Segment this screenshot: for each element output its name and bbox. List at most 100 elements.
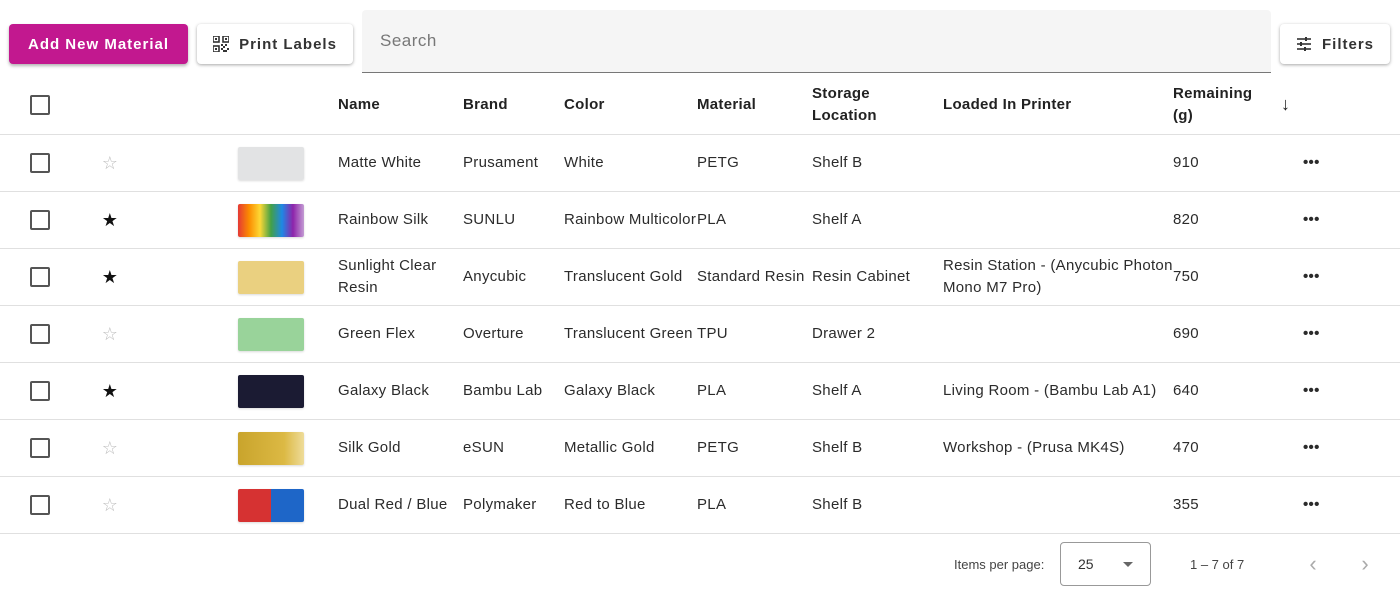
cell-loaded-in-printer: Resin Station - (Anycubic Photon Mono M7… [943, 248, 1173, 306]
cell-color: Galaxy Black [564, 362, 697, 420]
cell-storage-location: Shelf A [812, 191, 943, 249]
cell-storage-location: Shelf B [812, 476, 943, 534]
cell-brand: Overture [463, 305, 564, 363]
table-row[interactable]: ☆ Matte White Prusament White PETG Shelf B 910… [0, 134, 1400, 192]
remaining-header[interactable]: Remaining (g) ↓ [1173, 76, 1303, 135]
loaded-in-printer-header[interactable]: Loaded In Printer [943, 76, 1173, 135]
cell-loaded-in-printer [943, 305, 1173, 363]
next-page-icon[interactable]: › [1350, 549, 1380, 579]
more-actions-icon[interactable]: ••• [1303, 476, 1400, 534]
star-filled-icon[interactable]: ★ [95, 209, 125, 231]
cell-name: Matte White [338, 134, 463, 192]
more-actions-icon[interactable]: ••• [1303, 191, 1400, 249]
cell-color: Translucent Gold [564, 248, 697, 306]
more-actions-icon[interactable]: ••• [1303, 305, 1400, 363]
row-checkbox[interactable] [30, 495, 50, 515]
cell-brand: eSUN [463, 419, 564, 477]
color-swatch [238, 431, 304, 465]
more-actions-icon[interactable]: ••• [1303, 362, 1400, 420]
table-row[interactable]: ☆ Dual Red / Blue Polymaker Red to Blue PLA S… [0, 476, 1400, 534]
actions-header [1303, 76, 1400, 135]
table-row[interactable]: ★ Galaxy Black Bambu Lab Galaxy Black PLA She… [0, 362, 1400, 420]
dropdown-arrow-icon [1123, 562, 1133, 567]
cell-remaining: 910 [1173, 134, 1303, 192]
table-row[interactable]: ★ Rainbow Silk SUNLU Rainbow Multicolor PLA S… [0, 191, 1400, 249]
cell-name: Galaxy Black [338, 362, 463, 420]
star-outline-icon[interactable]: ☆ [95, 437, 125, 459]
add-new-material-button[interactable]: Add New Material [9, 24, 188, 64]
toolbar: Add New Material Print Labels Search Fil… [0, 0, 1400, 84]
cell-storage-location: Shelf A [812, 362, 943, 420]
page-size-select[interactable]: 25 [1060, 542, 1151, 586]
cell-storage-location: Shelf B [812, 419, 943, 477]
cell-color: Rainbow Multicolor [564, 191, 697, 249]
color-swatch [238, 317, 304, 351]
sort-descending-icon[interactable]: ↓ [1281, 93, 1290, 115]
search-input[interactable] [362, 10, 1271, 72]
select-all-checkbox[interactable] [30, 95, 50, 115]
cell-material: PETG [697, 419, 812, 477]
color-header[interactable]: Color [564, 76, 697, 135]
cell-name: Silk Gold [338, 419, 463, 477]
cell-remaining: 640 [1173, 362, 1303, 420]
cell-brand: SUNLU [463, 191, 564, 249]
table-row[interactable]: ★ Sunlight Clear Resin Anycubic Translucent… [0, 248, 1400, 306]
cell-material: PLA [697, 362, 812, 420]
table-header-row: Name Brand Color Material Storage Locatio… [0, 76, 1400, 135]
cell-storage-location: Shelf B [812, 134, 943, 192]
color-swatch [238, 146, 304, 180]
row-checkbox[interactable] [30, 153, 50, 173]
cell-name: Green Flex [338, 305, 463, 363]
more-actions-icon[interactable]: ••• [1303, 419, 1400, 477]
star-outline-icon[interactable]: ☆ [95, 494, 125, 516]
page-size-value: 25 [1078, 556, 1094, 572]
color-swatch [238, 374, 304, 408]
cell-material: PLA [697, 476, 812, 534]
more-actions-icon[interactable]: ••• [1303, 134, 1400, 192]
name-header[interactable]: Name [338, 76, 463, 135]
star-outline-icon[interactable]: ☆ [95, 323, 125, 345]
cell-loaded-in-printer: Living Room - (Bambu Lab A1) [943, 362, 1173, 420]
material-header[interactable]: Material [697, 76, 812, 135]
cell-remaining: 750 [1173, 248, 1303, 306]
tune-icon [1296, 37, 1311, 51]
print-labels-button[interactable]: Print Labels [197, 24, 353, 64]
color-swatch [238, 488, 304, 522]
cell-color: Red to Blue [564, 476, 697, 534]
cell-loaded-in-printer: Workshop - (Prusa MK4S) [943, 419, 1173, 477]
items-per-page-label: Items per page: [954, 557, 1045, 572]
cell-material: TPU [697, 305, 812, 363]
favorite-header [80, 76, 220, 135]
cell-name: Rainbow Silk [338, 191, 463, 249]
cell-color: White [564, 134, 697, 192]
row-checkbox[interactable] [30, 381, 50, 401]
cell-material: PETG [697, 134, 812, 192]
star-filled-icon[interactable]: ★ [95, 266, 125, 288]
color-swatch [238, 203, 304, 237]
cell-storage-location: Resin Cabinet [812, 248, 943, 306]
brand-header[interactable]: Brand [463, 76, 564, 135]
cell-name: Dual Red / Blue [338, 476, 463, 534]
cell-brand: Bambu Lab [463, 362, 564, 420]
cell-loaded-in-printer [943, 476, 1173, 534]
row-checkbox[interactable] [30, 324, 50, 344]
storage-location-header[interactable]: Storage Location [812, 76, 943, 135]
star-outline-icon[interactable]: ☆ [95, 152, 125, 174]
row-checkbox[interactable] [30, 267, 50, 287]
cell-color: Translucent Green [564, 305, 697, 363]
row-checkbox[interactable] [30, 210, 50, 230]
previous-page-icon[interactable]: ‹ [1298, 549, 1328, 579]
filters-label: Filters [1321, 35, 1374, 53]
table-row[interactable]: ☆ Silk Gold eSUN Metallic Gold PETG Shelf B Wo… [0, 419, 1400, 477]
cell-remaining: 470 [1173, 419, 1303, 477]
filters-button[interactable]: Filters [1280, 24, 1390, 64]
cell-storage-location: Drawer 2 [812, 305, 943, 363]
row-checkbox[interactable] [30, 438, 50, 458]
more-actions-icon[interactable]: ••• [1303, 248, 1400, 306]
star-filled-icon[interactable]: ★ [95, 380, 125, 402]
cell-remaining: 355 [1173, 476, 1303, 534]
cell-color: Metallic Gold [564, 419, 697, 477]
page-range-label: 1 – 7 of 7 [1190, 557, 1245, 572]
color-swatch [238, 260, 304, 294]
table-row[interactable]: ☆ Green Flex Overture Translucent Green TPU D… [0, 305, 1400, 363]
